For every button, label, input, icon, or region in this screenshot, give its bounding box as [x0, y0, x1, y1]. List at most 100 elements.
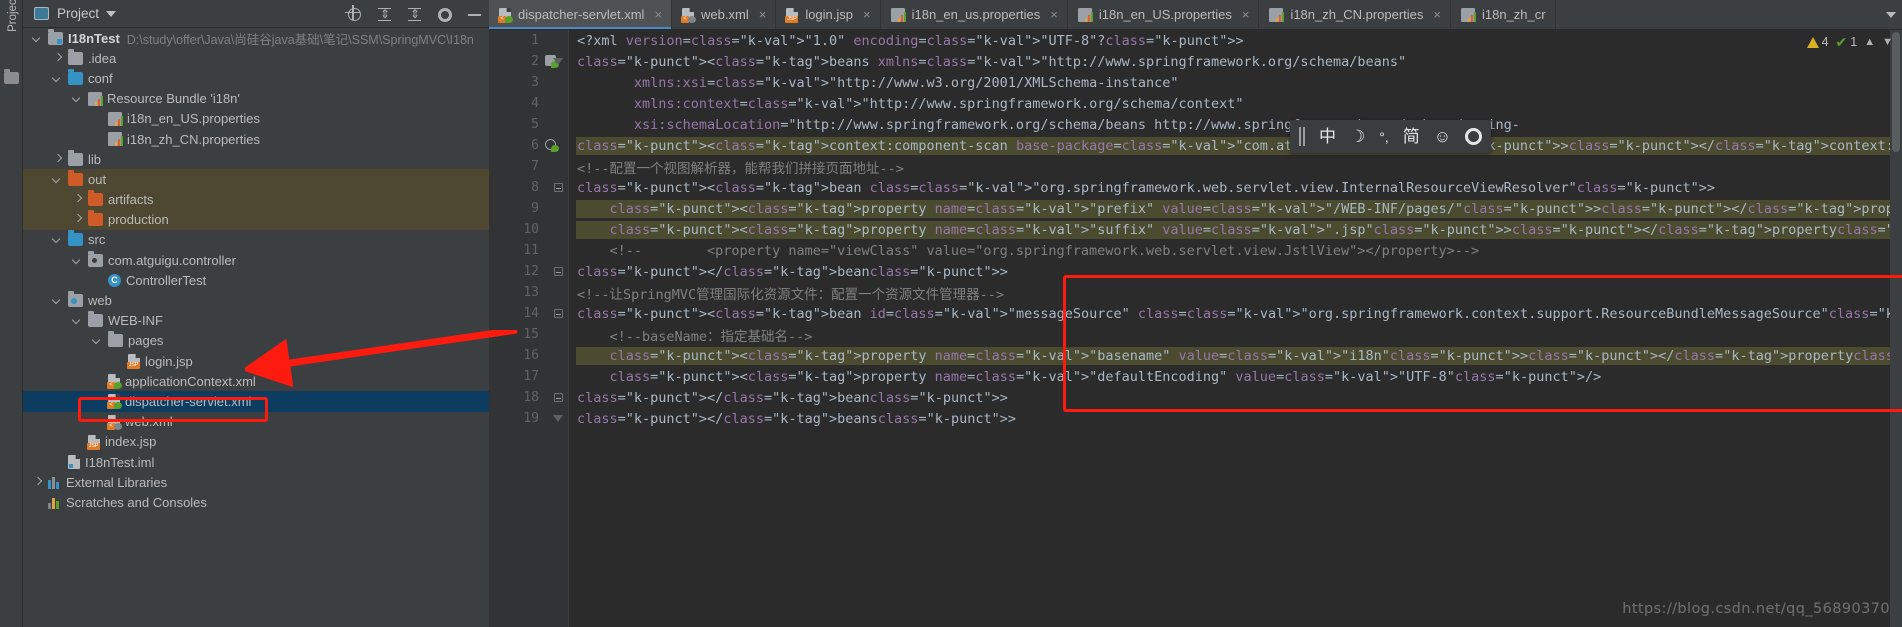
tree-item-artifacts[interactable]: artifacts — [23, 189, 489, 210]
ime-chinese-mode[interactable]: 中 — [1319, 128, 1336, 145]
tree-item-com-atguigu-controller[interactable]: com.atguigu.controller — [23, 250, 489, 270]
chevron-down-icon[interactable] — [53, 74, 62, 83]
chevron-down-icon[interactable] — [53, 175, 62, 184]
project-tool-button[interactable]: Project — [0, 0, 23, 64]
hide-panel-icon[interactable] — [466, 6, 483, 23]
code-line[interactable]: 12 class="k-punct"></class="k-tag">beancl… — [489, 261, 1902, 282]
chevron-up-icon[interactable]: ▲ — [1864, 36, 1875, 48]
code-line[interactable]: 4 xmlns:context=class="k-val">"http://ww… — [489, 93, 1902, 114]
editor-tab-dispatcher-servlet-xml[interactable]: < dispatcher-servlet.xml × — [489, 0, 673, 29]
editor-tab-web-xml[interactable]: < web.xml × — [672, 0, 777, 29]
chevron-right-icon[interactable] — [33, 478, 42, 487]
code-line[interactable]: 14 class="k-punct"><class="k-tag">bean id… — [489, 303, 1902, 324]
code-line[interactable]: 5 xsi:schemaLocation="http://www.springf… — [489, 114, 1902, 135]
chevron-down-icon[interactable]: ▼ — [1882, 36, 1893, 48]
tree-item-web-inf[interactable]: WEB-INF — [23, 311, 489, 331]
code-line[interactable]: 17 class="k-punct"><class="k-tag">proper… — [489, 366, 1902, 387]
chevron-right-icon[interactable] — [53, 54, 62, 63]
code-lines[interactable]: 1 <?xml version=class="k-val">"1.0" encod… — [489, 30, 1902, 627]
editor-tab-i18n-zh-cn-properties[interactable]: i18n_zh_CN.properties × — [1259, 0, 1451, 29]
tree-item-src[interactable]: src — [23, 230, 489, 250]
tree-item-i18ntest-iml[interactable]: I18nTest.iml — [23, 452, 489, 472]
tree-item-i18n-en-us-properties[interactable]: i18n_en_US.properties — [23, 109, 489, 129]
ime-settings-gear-icon[interactable] — [1465, 128, 1483, 145]
code-line[interactable]: 7 <!--配置一个视图解析器，能帮我们拼接页面地址--> — [489, 156, 1902, 177]
tree-item-i18n-zh-cn-properties[interactable]: i18n_zh_CN.properties — [23, 129, 489, 149]
tree-item-index-jsp[interactable]: JSP index.jsp — [23, 432, 489, 452]
editor-tab-i18n-en-us-properties[interactable]: i18n_en_US.properties × — [1068, 0, 1260, 29]
chevron-down-icon[interactable] — [93, 336, 102, 345]
fold-marker[interactable] — [551, 177, 565, 198]
editor-tab-i18n-zh-cr[interactable]: i18n_zh_cr — [1451, 0, 1556, 29]
code-line[interactable]: 6 class="k-punct"><class="k-tag">context:… — [489, 135, 1902, 156]
ime-emoji-icon[interactable]: ☺ — [1434, 128, 1451, 145]
code-line[interactable]: 9 class="k-punct"><class="k-tag">propert… — [489, 198, 1902, 219]
fold-marker[interactable] — [551, 51, 565, 72]
close-icon[interactable]: × — [863, 8, 871, 21]
close-icon[interactable]: × — [1050, 8, 1058, 21]
code-line[interactable]: 16 class="k-punct"><class="k-tag">proper… — [489, 345, 1902, 366]
code-line[interactable]: 2 class="k-punct"><class="k-tag">beans xm… — [489, 51, 1902, 72]
code-line[interactable]: 13 <!--让SpringMVC管理国际化资源文件：配置一个资源文件管理器--> — [489, 282, 1902, 303]
warning-count-chip[interactable]: 4 — [1806, 35, 1829, 49]
close-icon[interactable]: × — [654, 8, 662, 21]
tree-item-production[interactable]: production — [23, 209, 489, 230]
chevron-down-icon[interactable] — [73, 94, 82, 103]
ime-moon-icon[interactable]: ☽ — [1350, 128, 1365, 145]
ime-punctuation-icon[interactable]: °, — [1379, 130, 1389, 144]
close-icon[interactable]: × — [759, 8, 767, 21]
ok-count-chip[interactable]: ✔ 1 — [1836, 34, 1858, 51]
editor-vertical-scrollbar[interactable] — [1890, 30, 1902, 627]
fold-marker[interactable] — [551, 408, 565, 429]
code-line[interactable]: 8 class="k-punct"><class="k-tag">bean cla… — [489, 177, 1902, 198]
tree-item-out[interactable]: out — [23, 169, 489, 190]
ime-drag-handle[interactable] — [1299, 127, 1305, 146]
tree-item-controllertest[interactable]: C ControllerTest — [23, 270, 489, 290]
editor-tab-login-jsp[interactable]: JSP login.jsp × — [776, 0, 881, 29]
code-line[interactable]: 3 xmlns:xsi=class="k-val">"http://www.w3… — [489, 72, 1902, 93]
code-editor[interactable]: 1 <?xml version=class="k-val">"1.0" encod… — [489, 30, 1902, 627]
code-line[interactable]: 1 <?xml version=class="k-val">"1.0" encod… — [489, 30, 1902, 51]
chevron-down-icon[interactable] — [53, 296, 62, 305]
locate-icon[interactable] — [346, 6, 363, 23]
structure-folder-icon[interactable] — [4, 69, 19, 84]
code-line[interactable]: 15 <!--baseName：指定基础名--> — [489, 324, 1902, 345]
chevron-right-icon[interactable] — [73, 215, 82, 224]
chevron-down-icon[interactable] — [1886, 12, 1896, 18]
tree-item-idea[interactable]: .idea — [23, 48, 489, 68]
settings-gear-icon[interactable] — [436, 6, 453, 23]
chevron-down-icon[interactable] — [106, 10, 117, 17]
fold-marker[interactable] — [551, 261, 565, 282]
tree-item-lib[interactable]: lib — [23, 149, 489, 169]
ime-simplified-icon[interactable]: 简 — [1403, 128, 1420, 145]
chevron-down-icon[interactable] — [73, 316, 82, 325]
fold-marker[interactable] — [551, 387, 565, 408]
close-icon[interactable]: × — [1433, 8, 1441, 21]
code-line[interactable]: 11 <!-- <property name="viewClass" value… — [489, 240, 1902, 261]
code-line[interactable]: 18 class="k-punct"></class="k-tag">beancl… — [489, 387, 1902, 408]
search-bean-icon[interactable] — [541, 138, 559, 154]
tree-item-web[interactable]: web — [23, 290, 489, 310]
chevron-down-icon[interactable] — [53, 235, 62, 244]
fold-marker[interactable] — [551, 303, 565, 324]
tree-item-web-xml[interactable]: < web.xml — [23, 412, 489, 432]
tree-item-external-libraries[interactable]: External Libraries — [23, 472, 489, 492]
expand-all-icon[interactable] — [406, 6, 423, 23]
code-line[interactable]: 10 class="k-punct"><class="k-tag">proper… — [489, 219, 1902, 240]
code-line[interactable]: 19 class="k-punct"></class="k-tag">beansc… — [489, 408, 1902, 429]
tree-item-scratches-and-consoles[interactable]: Scratches and Consoles — [23, 492, 489, 512]
chevron-right-icon[interactable] — [73, 195, 82, 204]
chevron-down-icon[interactable] — [73, 256, 82, 265]
tree-item-conf[interactable]: conf — [23, 68, 489, 88]
tree-item-resource-bundle-i18n[interactable]: Resource Bundle 'i18n' — [23, 89, 489, 109]
chevron-right-icon[interactable] — [53, 155, 62, 164]
editor-tab-label: web.xml — [701, 7, 749, 22]
tree-item-i18ntest[interactable]: I18nTest D:\study\offer\Java\尚硅谷java基础\笔记… — [23, 28, 489, 48]
ime-floating-toolbar[interactable]: 中 ☽ °, 简 ☺ — [1290, 120, 1492, 153]
tab-overflow-button[interactable] — [1882, 0, 1896, 29]
collapse-all-icon[interactable] — [376, 6, 393, 23]
chevron-down-icon[interactable] — [33, 34, 42, 43]
close-icon[interactable]: × — [1242, 8, 1250, 21]
project-tree[interactable]: I18nTest D:\study\offer\Java\尚硅谷java基础\笔记… — [23, 28, 489, 627]
editor-tab-i18n-en-us-properties[interactable]: i18n_en_us.properties × — [881, 0, 1068, 29]
